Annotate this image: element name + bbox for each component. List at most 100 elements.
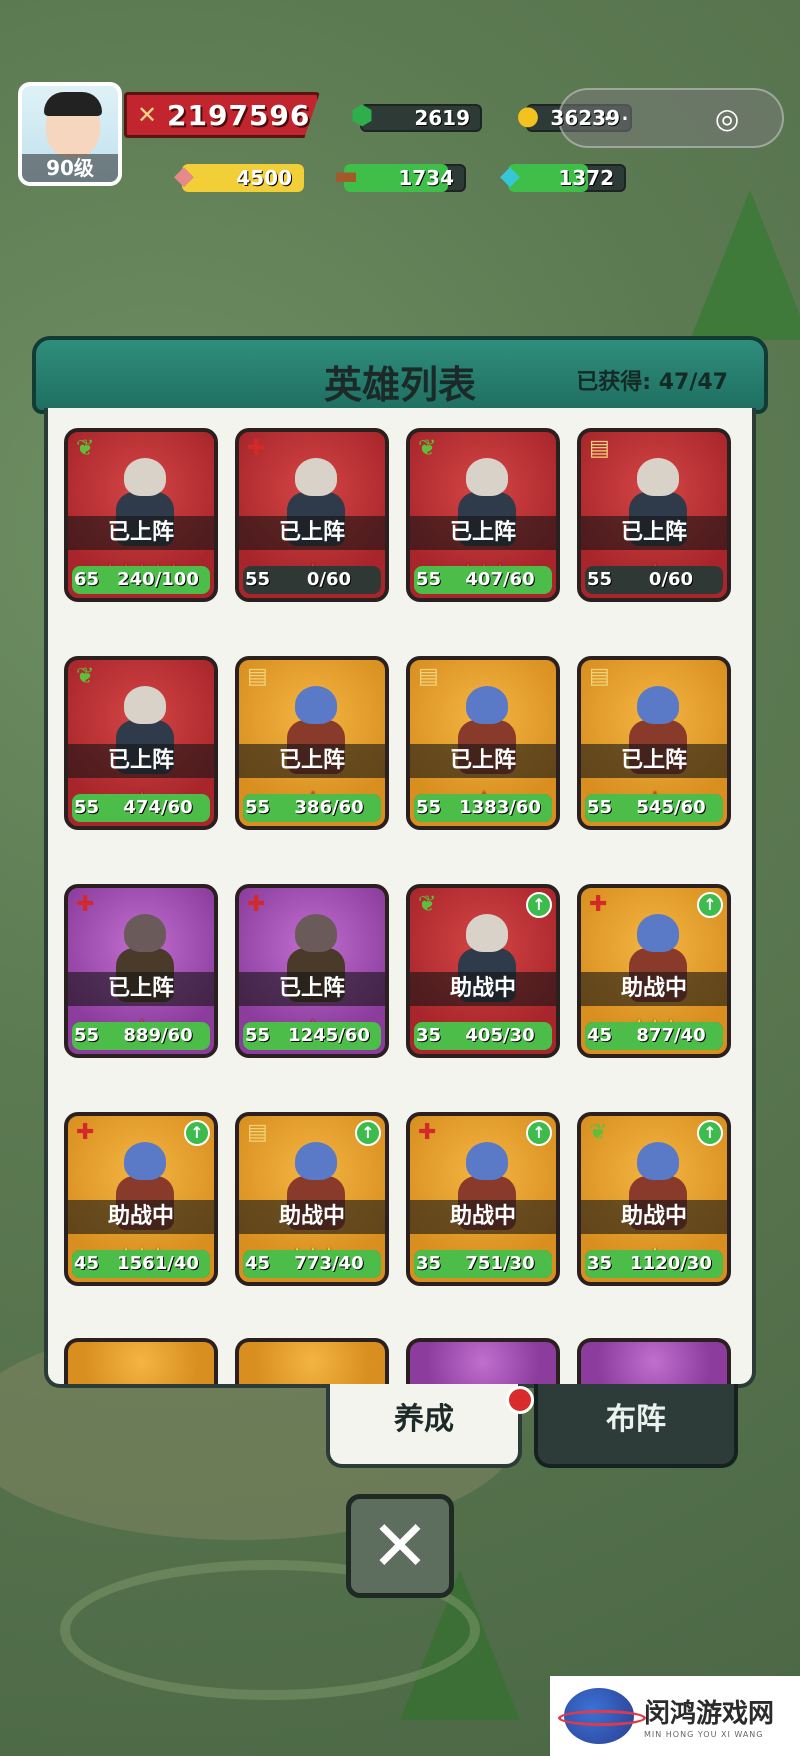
hero-fragment-count: 545/60 [636, 797, 706, 818]
hero-card[interactable]: ✚已上阵★55889/60 [64, 884, 218, 1058]
hero-head [637, 686, 679, 724]
hero-head [124, 914, 166, 952]
meat-value: 4500 [236, 166, 292, 190]
tab-formation[interactable]: 布阵 [534, 1384, 738, 1468]
hero-card[interactable]: ▤已上阵★550/60 [577, 428, 731, 602]
hero-fragment-bar: 55 474/60 [72, 794, 210, 822]
hero-fragment-bar: 55 0/60 [243, 566, 381, 594]
book-class-icon: ▤ [589, 436, 610, 461]
hero-card-partial[interactable] [64, 1338, 218, 1384]
hero-fragment-bar: 45 773/40 [243, 1250, 381, 1278]
hero-card[interactable]: ▤已上阵★55386/60 [235, 656, 389, 830]
hero-level: 55 [245, 569, 271, 590]
hero-status: 已上阵 [68, 972, 214, 1006]
hero-owned-count: 已获得: 47/47 [576, 370, 728, 395]
hero-fragment-count: 0/60 [648, 569, 694, 590]
hero-list-panel: 英雄列表 已获得: 47/47 ❦已上阵★★★★★65240/100✚已上阵★5… [32, 336, 768, 1396]
hero-fragment-bar: 35 1120/30 [585, 1250, 723, 1278]
hero-card[interactable]: ❦已上阵★★★55407/60 [406, 428, 560, 602]
swords-icon: ✕ [136, 101, 158, 129]
hero-status: 助战中 [581, 972, 727, 1006]
hero-fragment-count: 240/100 [117, 569, 199, 590]
upgrade-arrow-icon[interactable]: ↑ [526, 892, 552, 918]
hero-head [295, 1142, 337, 1180]
cross-class-icon: ✚ [247, 892, 266, 917]
hero-status: 已上阵 [239, 516, 385, 550]
hero-card[interactable]: ▤已上阵★55545/60 [577, 656, 731, 830]
hero-fragment-bar: 55 545/60 [585, 794, 723, 822]
hero-status: 已上阵 [239, 972, 385, 1006]
leaf-class-icon: ❦ [589, 1120, 608, 1145]
hero-head [124, 686, 166, 724]
hero-level: 35 [416, 1025, 442, 1046]
hero-head [466, 458, 508, 496]
hero-card-partial[interactable] [235, 1338, 389, 1384]
gold-coin-icon: ● [516, 101, 540, 131]
watermark-text: 闵鸿游戏网 [644, 1699, 775, 1729]
meat-resource[interactable]: ◆ 4500 [164, 160, 304, 194]
wood-resource[interactable]: ▬ 1734 [326, 160, 466, 194]
hero-head [124, 458, 166, 496]
wood-log-icon: ▬ [333, 161, 359, 191]
hero-status: 已上阵 [410, 744, 556, 778]
hero-head [466, 1142, 508, 1180]
cross-class-icon: ✚ [247, 436, 266, 461]
hero-fragment-bar: 55 889/60 [72, 1022, 210, 1050]
combat-power-value: 2197596 [167, 98, 311, 132]
hero-card-partial[interactable] [406, 1338, 560, 1384]
hero-card[interactable]: ❦ 助战中 35 405/30 ↑ [406, 884, 560, 1058]
hero-card[interactable]: ❦已上阵★55474/60 [64, 656, 218, 830]
close-button[interactable]: ✕ [346, 1494, 454, 1598]
hero-level: 55 [416, 569, 442, 590]
watermark-planet-logo [558, 1688, 646, 1744]
hero-card[interactable]: ❦已上阵★★★★★65240/100 [64, 428, 218, 602]
hero-level: 35 [587, 1253, 613, 1274]
hero-row-partial [64, 1338, 744, 1384]
hero-fragment-count: 386/60 [294, 797, 364, 818]
hero-card[interactable]: ✚ 助战中 35 751/30 ↑ [406, 1112, 560, 1286]
avatar-hair [44, 92, 102, 116]
crystal-resource[interactable]: ◆ 1372 [490, 160, 626, 194]
hero-card-partial[interactable] [577, 1338, 731, 1384]
hero-level: 55 [587, 797, 613, 818]
hero-card[interactable]: ✚已上阵★550/60 [235, 428, 389, 602]
gem-icon: ⬢ [350, 101, 374, 131]
hero-card[interactable]: ▤已上阵★551383/60 [406, 656, 560, 830]
upgrade-arrow-icon[interactable]: ↑ [697, 892, 723, 918]
hero-fragment-bar: 55 1245/60 [243, 1022, 381, 1050]
hero-head [466, 686, 508, 724]
hero-level: 55 [587, 569, 613, 590]
hero-fragment-count: 751/30 [465, 1253, 535, 1274]
hero-head [124, 1142, 166, 1180]
upgrade-arrow-icon[interactable]: ↑ [355, 1120, 381, 1146]
hero-card[interactable]: ✚已上阵★551245/60 [235, 884, 389, 1058]
hero-list-scroll[interactable]: ❦已上阵★★★★★65240/100✚已上阵★550/60❦已上阵★★★5540… [44, 408, 756, 1388]
hero-fragment-bar: 45 877/40 [585, 1022, 723, 1050]
hero-head [295, 914, 337, 952]
hero-level: 45 [74, 1253, 100, 1274]
player-avatar[interactable]: 90级 [18, 82, 122, 186]
upgrade-arrow-icon[interactable]: ↑ [184, 1120, 210, 1146]
crystal-icon: ◆ [500, 161, 520, 191]
tab-train[interactable]: 养成 [326, 1384, 522, 1468]
hero-fragment-bar: 55 0/60 [585, 566, 723, 594]
hero-card[interactable]: ▤助战中★★★45773/40↑ [235, 1112, 389, 1286]
hero-level: 55 [416, 797, 442, 818]
crystal-value: 1372 [558, 166, 614, 190]
gold-resource[interactable]: ● 36239 [508, 100, 632, 134]
hero-head [466, 914, 508, 952]
hero-status: 助战中 [581, 1200, 727, 1234]
gold-value: 36239 [550, 106, 620, 130]
gem-resource[interactable]: ⬢ 2619 [342, 100, 482, 134]
upgrade-arrow-icon[interactable]: ↑ [697, 1120, 723, 1146]
player-level: 90级 [22, 154, 118, 182]
hero-card[interactable]: ❦助战中★351120/30↑ [577, 1112, 731, 1286]
leaf-class-icon: ❦ [76, 664, 95, 689]
hero-fragment-bar: 35 405/30 [414, 1022, 552, 1050]
hero-card[interactable]: ✚助战中★★★45877/40↑ [577, 884, 731, 1058]
hero-status: 已上阵 [581, 744, 727, 778]
hero-card[interactable]: ✚助战中★★★451561/40↑ [64, 1112, 218, 1286]
record-button[interactable]: ◎ [715, 102, 739, 135]
cross-class-icon: ✚ [76, 1120, 95, 1145]
upgrade-arrow-icon[interactable]: ↑ [526, 1120, 552, 1146]
